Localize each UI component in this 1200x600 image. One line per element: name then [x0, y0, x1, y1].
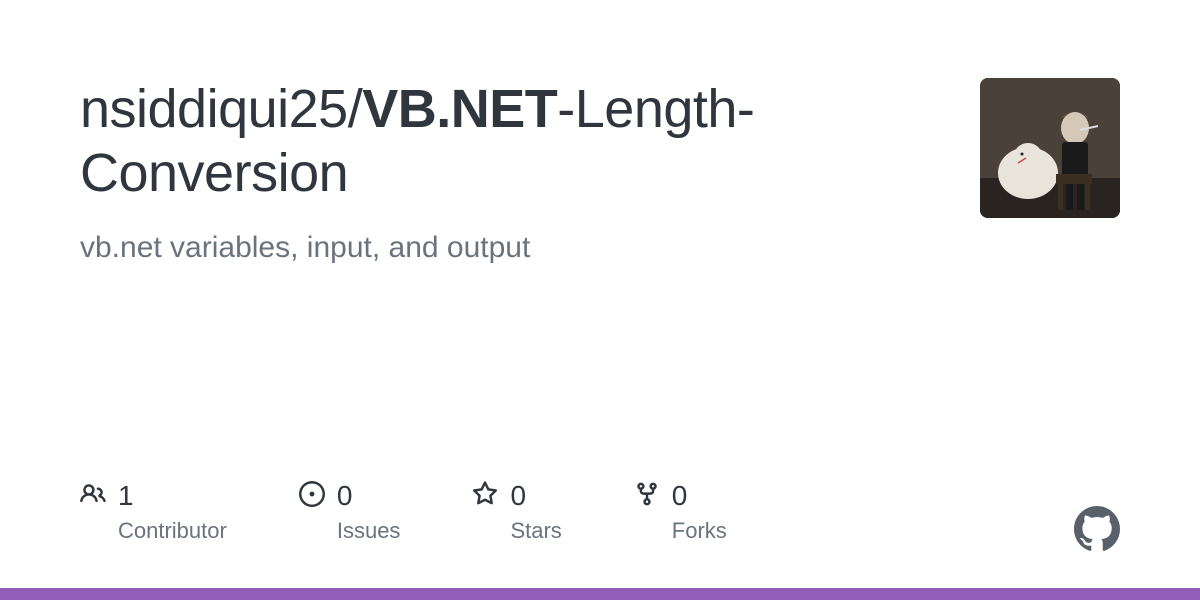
stars-count: 0	[510, 480, 526, 512]
contributors-count: 1	[118, 480, 134, 512]
stat-forks[interactable]: 0 Forks	[634, 480, 727, 544]
repo-description: vb.net variables, input, and output	[80, 231, 940, 265]
stat-stars[interactable]: 0 Stars	[472, 480, 561, 544]
forks-count: 0	[672, 480, 688, 512]
title-block: nsiddiqui25/VB.NET-Length-Conversion vb.…	[80, 78, 980, 265]
forks-label: Forks	[672, 518, 727, 544]
stat-contributors[interactable]: 1 Contributor	[80, 480, 227, 544]
repo-name-strong: VB.NET	[362, 79, 557, 139]
repo-owner: nsiddiqui25	[80, 79, 348, 139]
stat-issues[interactable]: 0 Issues	[299, 480, 401, 544]
issue-icon	[299, 481, 325, 512]
people-icon	[80, 481, 106, 512]
issues-label: Issues	[337, 518, 401, 544]
github-logo-icon[interactable]	[1074, 506, 1120, 552]
star-icon	[472, 481, 498, 512]
repo-card: nsiddiqui25/VB.NET-Length-Conversion vb.…	[0, 0, 1200, 600]
issues-count: 0	[337, 480, 353, 512]
avatar-image	[980, 78, 1120, 218]
stats-row: 1 Contributor 0 Issues 0 Stars	[80, 480, 727, 544]
stars-label: Stars	[510, 518, 561, 544]
fork-icon	[634, 481, 660, 512]
accent-bar	[0, 588, 1200, 600]
header: nsiddiqui25/VB.NET-Length-Conversion vb.…	[80, 78, 1120, 265]
repo-separator: /	[348, 79, 363, 139]
repo-title[interactable]: nsiddiqui25/VB.NET-Length-Conversion	[80, 78, 940, 205]
contributors-label: Contributor	[118, 518, 227, 544]
avatar[interactable]	[980, 78, 1120, 218]
